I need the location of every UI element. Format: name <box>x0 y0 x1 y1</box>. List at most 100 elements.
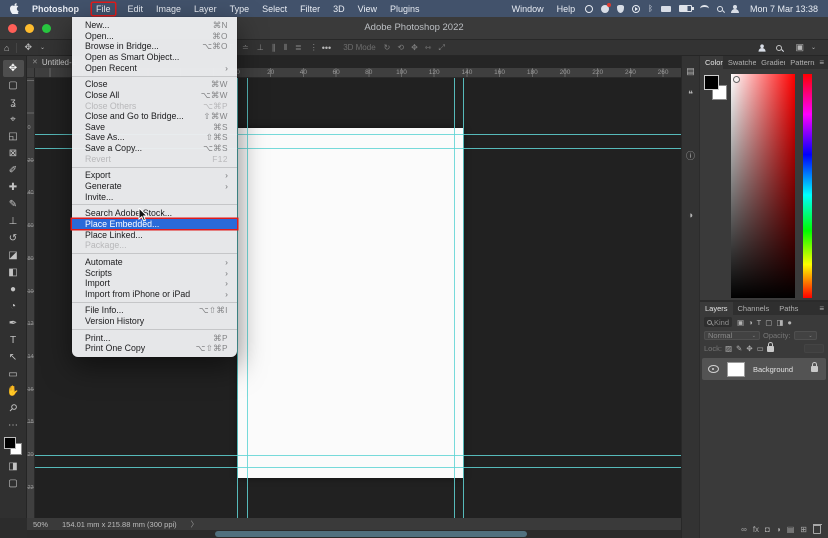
frame-tool[interactable]: ⊠ <box>3 145 24 162</box>
dodge-tool[interactable]: ◔ <box>3 298 24 315</box>
blur-tool[interactable]: ● <box>3 281 24 298</box>
menu-item-generate[interactable]: Generate› <box>72 181 237 192</box>
align-icon-6[interactable]: ⋮ <box>310 43 318 53</box>
vertical-guide[interactable] <box>454 78 455 518</box>
shape-tool[interactable]: ▭ <box>3 366 24 383</box>
filter-pixel-icon[interactable]: ▣ <box>737 318 744 327</box>
screen-mode-icon[interactable]: ▢ <box>3 475 24 492</box>
more-options-icon[interactable]: ••• <box>322 43 331 53</box>
comments-icon[interactable]: ❝ <box>683 87 698 102</box>
gradient-tool[interactable]: ◧ <box>3 264 24 281</box>
search-icon[interactable] <box>776 45 782 51</box>
menu-item-search-adobe-stock[interactable]: Search Adobe Stock... <box>72 208 237 219</box>
menubar-item-type[interactable]: Type <box>230 4 250 14</box>
layers-tab-layers[interactable]: Layers <box>700 302 733 315</box>
menu-item-file-info[interactable]: File Info...⌥⇧⌘I <box>72 305 237 316</box>
layer-mask-icon[interactable]: ◘ <box>765 525 770 534</box>
menubar-item-edit[interactable]: Edit <box>128 4 144 14</box>
keyboard-icon[interactable] <box>661 6 671 12</box>
menubar-item-help[interactable]: Help <box>557 4 576 14</box>
filter-smartobject-icon[interactable]: ◨ <box>776 318 783 327</box>
filter-shape-icon[interactable]: ▢ <box>765 318 772 327</box>
creative-cloud-icon[interactable] <box>601 5 609 13</box>
menu-item-place-linked[interactable]: Place Linked... <box>72 229 237 240</box>
bluetooth-icon[interactable]: ᛒ <box>648 5 653 13</box>
threed-icon-4[interactable]: ⤢ <box>438 43 444 53</box>
menubar-item-view[interactable]: View <box>358 4 377 14</box>
align-icon-4[interactable]: ⫴ <box>284 43 287 53</box>
menubar-item-3d[interactable]: 3D <box>333 4 345 14</box>
apple-icon[interactable] <box>10 3 19 14</box>
menu-item-import[interactable]: Import› <box>72 278 237 289</box>
menu-item-print[interactable]: Print...⌘P <box>72 333 237 344</box>
menu-item-close[interactable]: Close⌘W <box>72 79 237 90</box>
layer-thumbnail[interactable] <box>727 362 745 377</box>
menu-item-invite[interactable]: Invite... <box>72 191 237 202</box>
home-icon[interactable]: ⌂ <box>4 43 9 53</box>
threed-icon-3[interactable]: ⇿ <box>425 43 432 53</box>
opacity-field[interactable]: ⌄ <box>794 331 817 340</box>
close-tab-icon[interactable]: ✕ <box>32 58 38 66</box>
color-tab-patterns[interactable]: Patterns <box>785 56 815 69</box>
menubar-item-file[interactable]: File <box>92 3 115 15</box>
vertical-guide[interactable] <box>463 78 464 518</box>
menu-item-browse-in-bridge[interactable]: Browse in Bridge...⌥⌘O <box>72 41 237 52</box>
lock-pixels-icon[interactable]: ✎ <box>736 344 742 353</box>
libraries-icon[interactable]: ▤ <box>683 64 698 79</box>
color-marker[interactable] <box>733 76 740 83</box>
menubar-item-window[interactable]: Window <box>512 4 544 14</box>
eyedropper-tool[interactable]: ✐ <box>3 162 24 179</box>
lock-transparency-icon[interactable]: ▨ <box>725 344 732 353</box>
menu-item-save[interactable]: Save⌘S <box>72 122 237 133</box>
chevron-down-icon[interactable]: ⌄ <box>40 44 45 51</box>
foreground-background-swatch[interactable] <box>704 75 726 99</box>
layers-panel-menu-icon[interactable]: ≡ <box>815 302 828 315</box>
align-icon-2[interactable]: ⊥ <box>257 43 264 53</box>
color-tab-color[interactable]: Color <box>700 56 723 69</box>
record-icon[interactable] <box>585 5 593 13</box>
play-icon[interactable] <box>632 5 640 13</box>
workspace-icon[interactable]: ▣ <box>795 42 804 53</box>
color-tab-swatches[interactable]: Swatches <box>723 56 756 69</box>
hand-tool[interactable]: ✋ <box>3 383 24 400</box>
battery-icon[interactable] <box>679 5 692 12</box>
search-icon[interactable] <box>717 6 723 12</box>
align-icon-5[interactable]: ≣ <box>295 43 302 53</box>
foreground-background-colors[interactable] <box>4 437 22 455</box>
move-tool[interactable]: ✥ <box>3 60 24 77</box>
menubar-item-filter[interactable]: Filter <box>300 4 320 14</box>
horizontal-guide[interactable] <box>35 455 681 456</box>
threed-icon-2[interactable]: ✥ <box>411 43 418 53</box>
menubar-clock[interactable]: Mon 7 Mar 13:38 <box>750 4 818 14</box>
lock-all-icon[interactable] <box>767 346 774 352</box>
menubar-item-photoshop[interactable]: Photoshop <box>32 4 79 14</box>
adjustment-layer-icon[interactable]: ◑ <box>776 525 781 534</box>
horizontal-guide[interactable] <box>35 467 681 468</box>
menu-item-close-and-go-to-bridge[interactable]: Close and Go to Bridge...⇧⌘W <box>72 111 237 122</box>
horizontal-scrollbar[interactable] <box>27 530 681 538</box>
lasso-tool[interactable]: ʓ <box>3 94 24 111</box>
move-tool-icon[interactable]: ✥ <box>24 42 32 53</box>
edit-toolbar[interactable]: ⋯ <box>3 417 24 434</box>
menubar-item-select[interactable]: Select <box>262 4 287 14</box>
menu-item-automate[interactable]: Automate› <box>72 257 237 268</box>
lock-artboard-icon[interactable]: ▭ <box>757 344 764 353</box>
hue-slider[interactable] <box>803 74 812 298</box>
menu-item-save-a-copy[interactable]: Save a Copy...⌥⌘S <box>72 143 237 154</box>
object-selection-tool[interactable]: ⌖ <box>3 111 24 128</box>
quick-mask-icon[interactable]: ◨ <box>3 458 24 475</box>
blend-mode-select[interactable]: Normal⌄ <box>704 331 760 340</box>
clone-stamp-tool[interactable]: ⊥ <box>3 213 24 230</box>
threed-icon-0[interactable]: ↻ <box>384 43 391 53</box>
chevron-down-icon[interactable]: ⌄ <box>811 44 816 51</box>
menu-item-scripts[interactable]: Scripts› <box>72 267 237 278</box>
color-panel-menu-icon[interactable]: ≡ <box>815 56 828 69</box>
path-selection-tool[interactable]: ↖ <box>3 349 24 366</box>
filter-type-icon[interactable]: T <box>757 318 762 327</box>
menu-item-version-history[interactable]: Version History <box>72 316 237 327</box>
brush-tool[interactable]: ✎ <box>3 196 24 213</box>
vertical-guide[interactable] <box>237 78 238 518</box>
layer-lock-icon[interactable] <box>811 366 818 372</box>
menu-item-new[interactable]: New...⌘N <box>72 20 237 31</box>
filter-adjustment-icon[interactable]: ◑ <box>748 318 753 327</box>
